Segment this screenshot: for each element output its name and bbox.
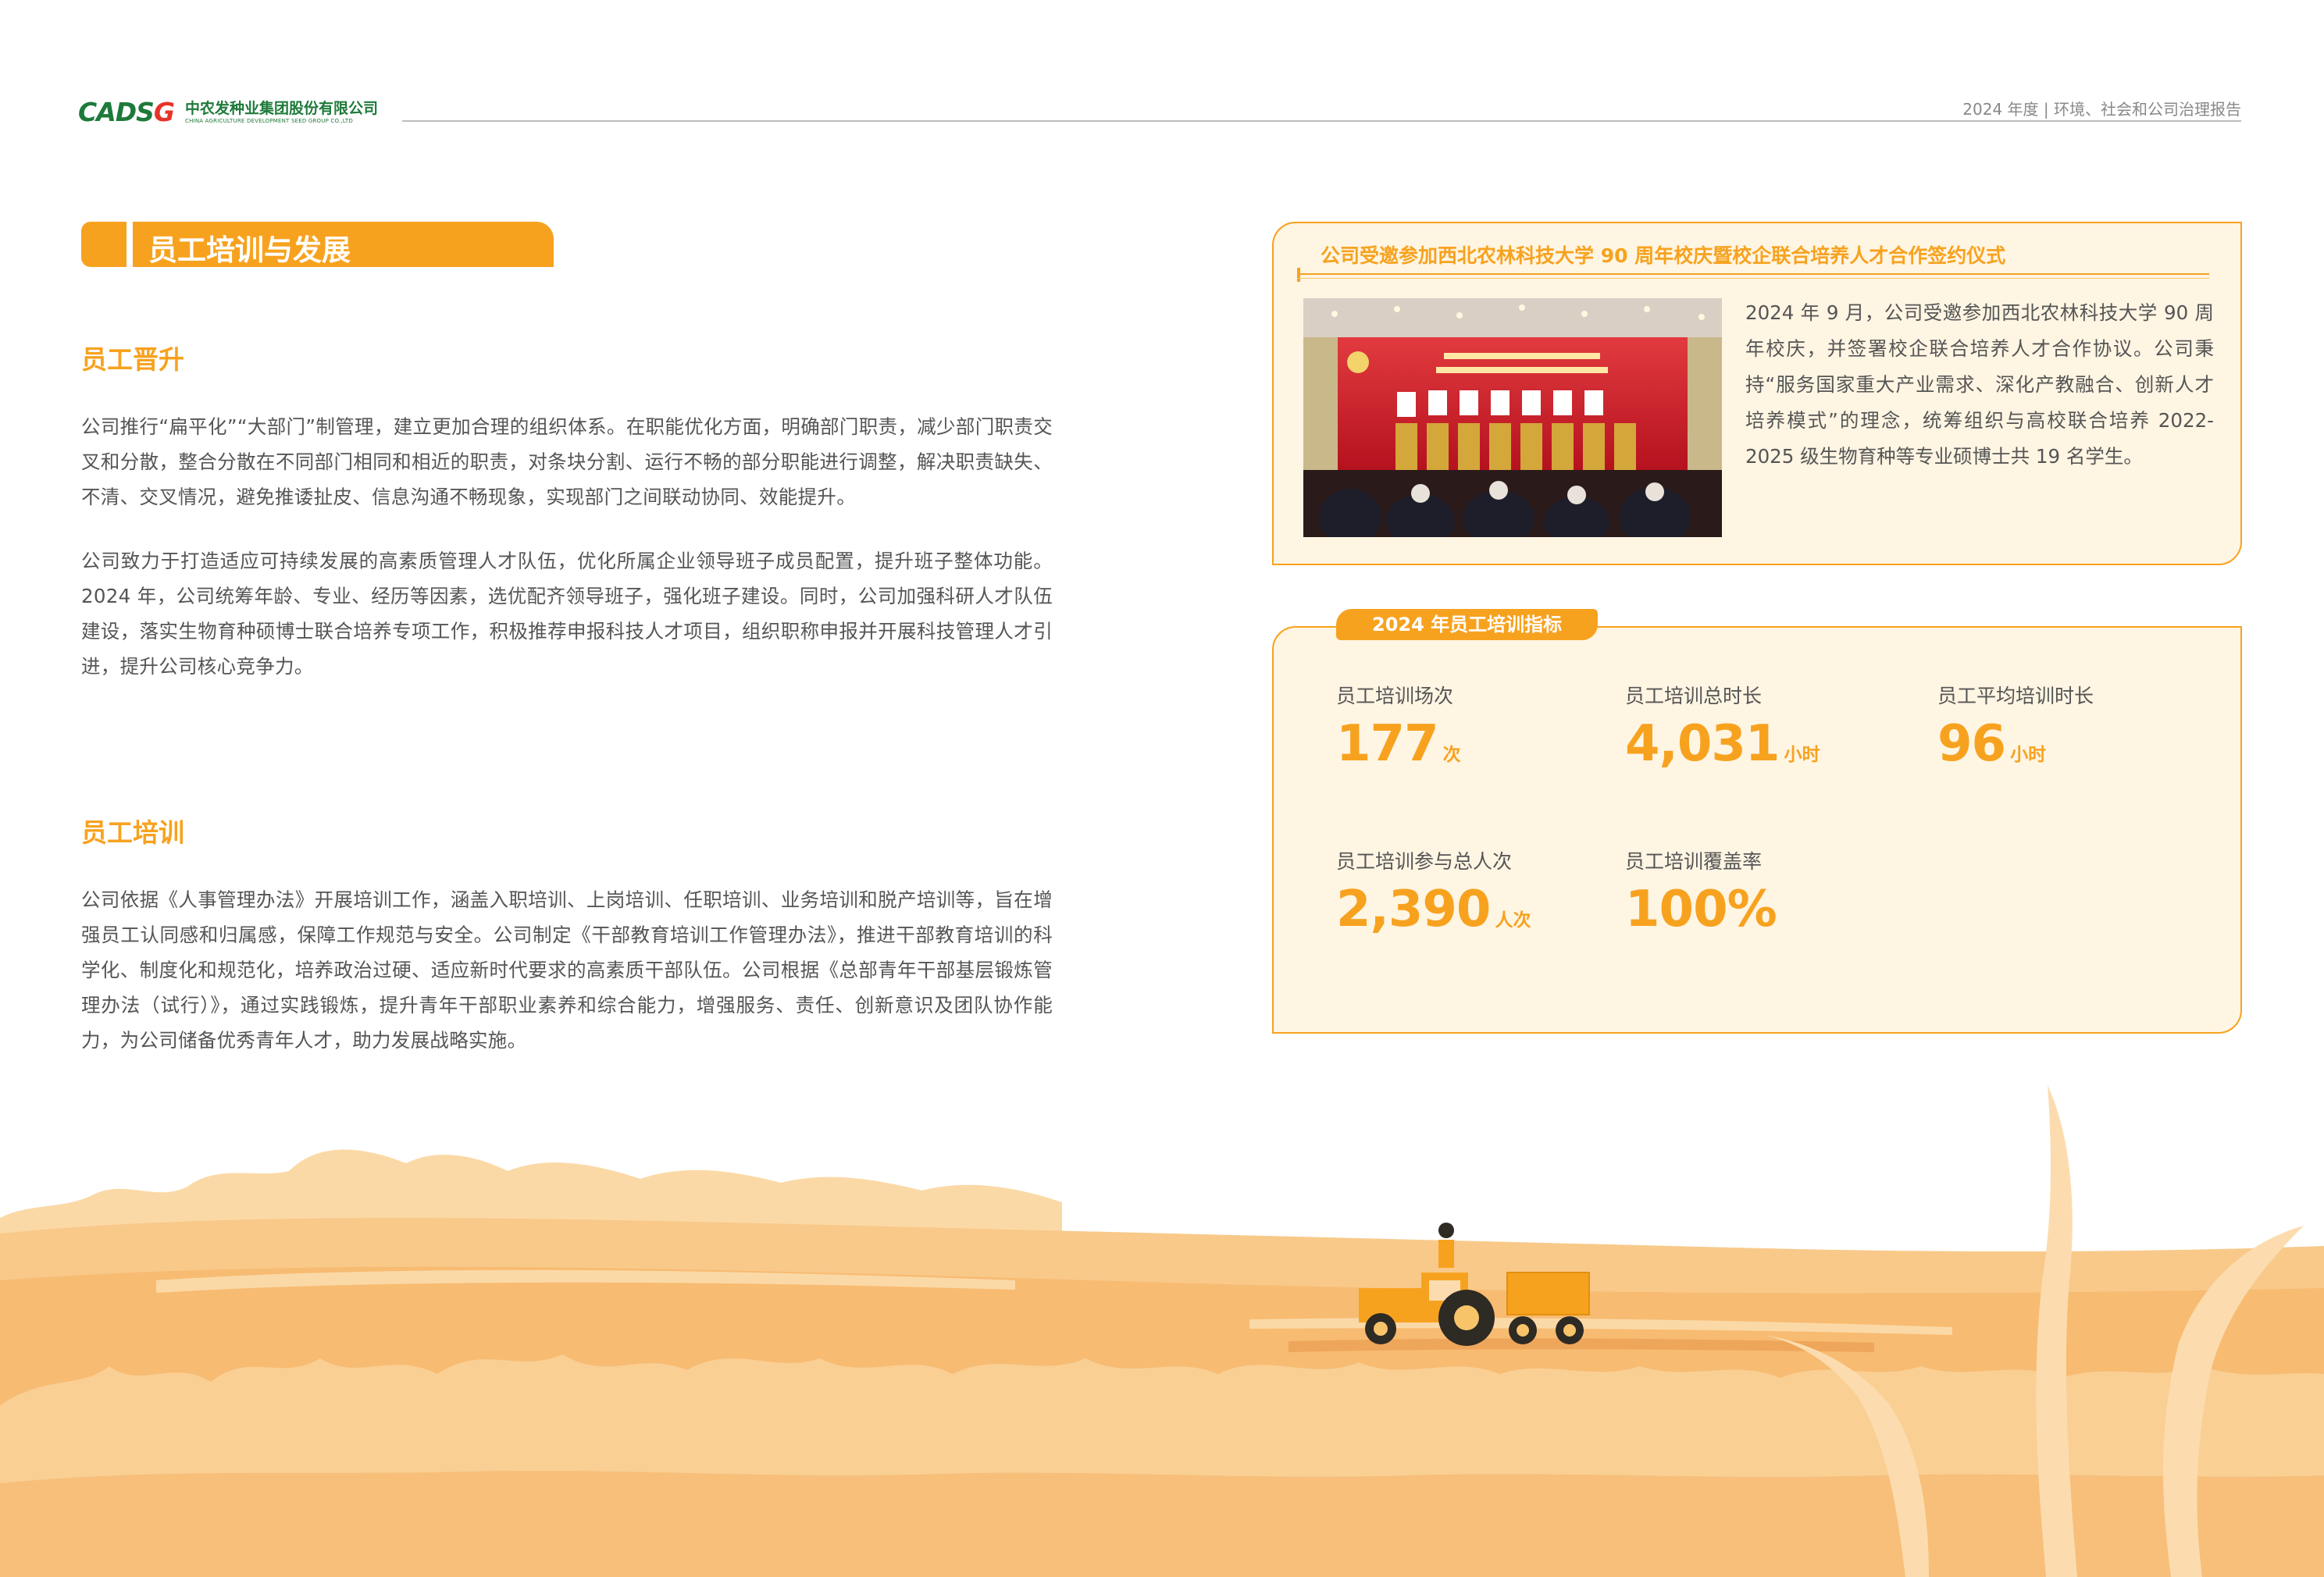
kpi-value: 2,390 [1336,881,1491,938]
kpi-label: 员工培训覆盖率 [1625,850,1763,873]
event-title-rule [1297,273,2209,275]
section-title-tab [81,222,127,267]
kpi-training-total-hours: 员工培训总时长 4,031 小时 [1625,681,1820,773]
logo-company-name-en: CHINA AGRICULTURE DEVELOPMENT SEED GROUP… [185,117,354,124]
event-description: 2024 年 9 月，公司受邀参加西北农林科技大学 90 周年校庆，并签署校企联… [1745,301,2214,468]
event-title: 公司受邀参加西北农林科技大学 90 周年校庆暨校企联合培养人才合作签约仪式 [1321,244,2006,267]
company-logo: CADSG 中农发种业集团股份有限公司 CHINA AGRICULTURE DE… [78,97,378,127]
event-title-rule-thin [1297,278,2209,279]
kpi-value: 100% [1625,881,1777,938]
event-title-marker [1297,268,1300,282]
kpi-card-tag: 2024 年员工培训指标 [1336,609,1599,640]
kpi-label: 员工培训总时长 [1625,685,1763,707]
logo-company-name: 中农发种业集团股份有限公司 [185,99,379,117]
kpi-average-training-hours: 员工平均培训时长 96 小时 [1937,681,2094,773]
training-kpi-card: 2024 年员工培训指标 员工培训场次 177 次 员工培训总时长 4,031 小时… [1272,609,2242,1034]
header-divider [402,120,2241,122]
training-heading: 员工培训 [81,817,184,848]
kpi-label: 员工培训场次 [1336,685,1454,707]
kpi-label: 员工平均培训时长 [1937,685,2094,707]
kpi-training-sessions: 员工培训场次 177 次 [1336,681,1461,773]
logo-text: 中农发种业集团股份有限公司 CHINA AGRICULTURE DEVELOPM… [185,100,378,125]
kpi-training-coverage: 员工培训覆盖率 100% [1625,846,1781,938]
event-photo [1303,298,1722,537]
section-title: 员工培训与发展 [81,222,554,267]
kpi-unit: 小时 [1784,745,1820,765]
kpi-unit: 人次 [1495,910,1531,931]
kpi-value: 96 [1937,715,2006,773]
kpi-value: 177 [1336,715,1439,773]
logo-mark: CADSG [78,97,175,127]
event-card: 公司受邀参加西北农林科技大学 90 周年校庆暨校企联合培养人才合作签约仪式 20… [1272,222,2242,565]
promotion-paragraph-2: 公司致力于打造适应可持续发展的高素质管理人才队伍，优化所属企业领导班子成员配置，… [81,550,1053,678]
kpi-label: 员工培训参与总人次 [1336,850,1513,873]
kpi-unit: 次 [1442,745,1461,765]
kpi-training-participants: 员工培训参与总人次 2,390 人次 [1336,846,1531,938]
section-title-label: 员工培训与发展 [148,233,351,267]
promotion-heading: 员工晋升 [81,344,184,375]
kpi-value: 4,031 [1625,715,1780,773]
report-title: 2024 年度 | 环境、社会和公司治理报告 [1962,100,2241,119]
training-paragraph: 公司依据《人事管理办法》开展培训工作，涵盖入职培训、上岗培训、任职培训、业务培训… [81,888,1053,1052]
farm-landscape-illustration [0,1046,2324,1577]
kpi-unit: 小时 [2010,745,2047,765]
promotion-paragraph-1: 公司推行“扁平化”“大部门”制管理，建立更加合理的组织体系。在职能优化方面，明确… [81,415,1053,508]
